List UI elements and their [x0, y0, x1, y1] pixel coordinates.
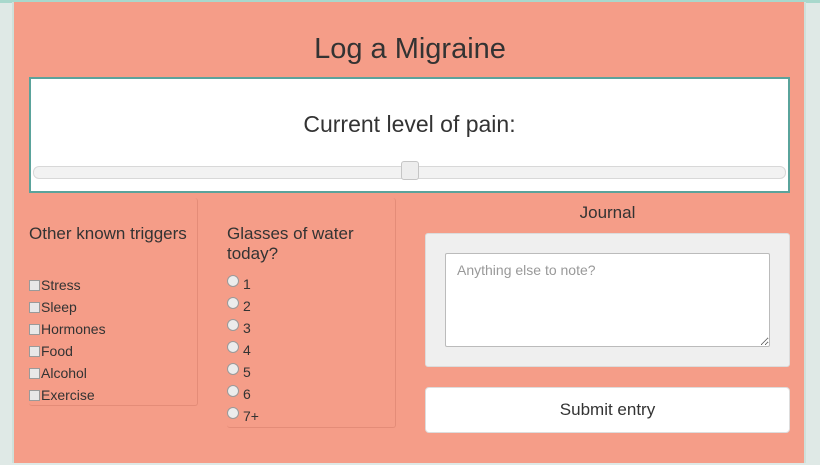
water-option-7-plus[interactable]: 7+ [227, 407, 259, 425]
pain-level-box: Current level of pain: [29, 77, 790, 193]
water-label: 2 [243, 298, 251, 314]
trigger-label: Exercise [41, 387, 95, 403]
trigger-option-alcohol[interactable]: Alcohol [29, 364, 87, 382]
triggers-heading: Other known triggers [29, 224, 187, 243]
radio-button[interactable] [227, 297, 239, 309]
trigger-option-stress[interactable]: Stress [29, 276, 81, 294]
water-option-1[interactable]: 1 [227, 275, 251, 293]
water-label: 7+ [243, 408, 259, 424]
water-option-6[interactable]: 6 [227, 385, 251, 403]
trigger-option-hormones[interactable]: Hormones [29, 320, 106, 338]
page-title: Log a Migraine [314, 33, 506, 65]
journal-well [425, 233, 790, 367]
trigger-label: Alcohol [41, 365, 87, 381]
water-option-3[interactable]: 3 [227, 319, 251, 337]
trigger-label: Food [41, 343, 73, 359]
journal-label: Journal [579, 203, 636, 222]
radio-button[interactable] [227, 275, 239, 287]
trigger-option-sleep[interactable]: Sleep [29, 298, 77, 316]
submit-entry-button[interactable]: Submit entry [425, 387, 790, 433]
radio-button[interactable] [227, 385, 239, 397]
checkbox[interactable] [29, 368, 40, 379]
checkbox[interactable] [29, 302, 40, 313]
checkbox[interactable] [29, 390, 40, 401]
checkbox[interactable] [29, 346, 40, 357]
radio-button[interactable] [227, 319, 239, 331]
checkbox[interactable] [29, 280, 40, 291]
radio-button[interactable] [227, 363, 239, 375]
trigger-label: Stress [41, 277, 81, 293]
water-option-5[interactable]: 5 [227, 363, 251, 381]
water-label: 3 [243, 320, 251, 336]
trigger-option-food[interactable]: Food [29, 342, 73, 360]
triggers-card: Other known triggers Stress Sleep Hormon… [29, 198, 198, 406]
water-label: 6 [243, 386, 251, 402]
water-option-4[interactable]: 4 [227, 341, 251, 359]
water-option-2[interactable]: 2 [227, 297, 251, 315]
radio-button[interactable] [227, 341, 239, 353]
water-label: 1 [243, 276, 251, 292]
water-card: Glasses of water today? 1 2 3 4 5 6 7+ [227, 198, 396, 428]
trigger-label: Sleep [41, 299, 77, 315]
water-label: 5 [243, 364, 251, 380]
trigger-option-exercise[interactable]: Exercise [29, 386, 95, 404]
radio-button[interactable] [227, 407, 239, 419]
pain-slider-handle[interactable] [400, 161, 419, 180]
checkbox[interactable] [29, 324, 40, 335]
trigger-label: Hormones [41, 321, 106, 337]
pain-level-label: Current level of pain: [303, 111, 516, 137]
journal-textarea[interactable] [445, 253, 770, 347]
water-label: 4 [243, 342, 251, 358]
water-heading: Glasses of water today? [227, 224, 354, 263]
